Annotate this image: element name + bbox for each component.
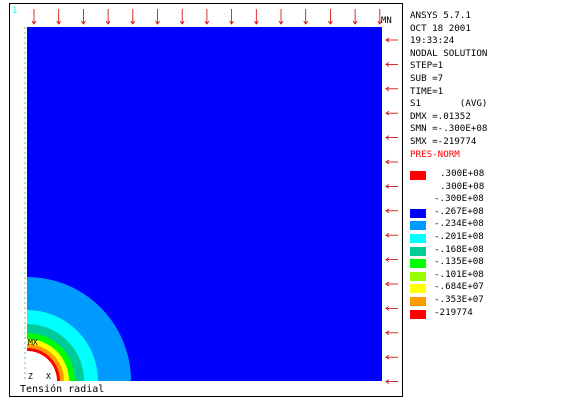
legend-swatch	[410, 284, 426, 294]
pressure-arrow-top	[105, 9, 111, 25]
info-time: 19:33:24	[410, 35, 455, 47]
pressure-arrow-top	[31, 9, 37, 25]
pressure-arrow-top	[328, 9, 333, 25]
legend-label: -.300E+08	[434, 193, 484, 205]
legend-swatch	[410, 297, 426, 306]
pressure-arrow-right	[385, 184, 398, 189]
legend-label: -.135E+08	[434, 256, 484, 268]
pressure-arrow-top	[278, 9, 284, 25]
pressure-arrow-right	[385, 208, 398, 214]
pressure-arrow-top	[303, 9, 309, 25]
legend-swatch	[410, 221, 426, 231]
info-result-item: S1 (AVG)	[410, 98, 488, 110]
info-time-value: TIME=1	[410, 85, 444, 97]
info-dmx: DMX =.01352	[410, 110, 471, 122]
min-marker-label: MN	[381, 16, 392, 26]
legend-pres-swatch	[410, 171, 426, 180]
axis-triad-y: Y	[28, 350, 33, 359]
legend-label: -.101E+08	[434, 268, 484, 280]
pressure-arrow-right	[385, 232, 398, 238]
legend-header-value: .300E+08	[440, 168, 485, 179]
legend-label: -.201E+08	[434, 231, 484, 242]
legend-header-value: .300E+08	[440, 180, 485, 192]
pressure-arrow-top	[130, 9, 136, 25]
pressure-arrow-top	[179, 9, 185, 25]
legend-swatch	[410, 271, 426, 281]
pressure-arrow-right	[385, 306, 398, 311]
pressure-arrow-top	[155, 9, 160, 25]
solution-info-panel: ANSYS 5.7.1 OCT 18 2001 19:33:24 NODAL S…	[410, 10, 566, 161]
legend-swatch	[410, 309, 426, 319]
pressure-arrow-right	[385, 62, 398, 67]
pressure-arrow-top	[253, 9, 259, 25]
contour-plot	[24, 9, 398, 384]
pressure-arrow-top	[204, 9, 210, 25]
pressure-arrow-right	[385, 135, 398, 140]
window-number: 1	[12, 6, 18, 16]
pressure-arrow-top	[352, 9, 358, 25]
pressure-arrow-right	[385, 354, 398, 360]
pressure-arrow-right	[385, 330, 398, 336]
legend-swatch	[410, 208, 426, 218]
legend-label: -.267E+08	[434, 205, 484, 217]
pressure-arrow-top	[229, 9, 234, 25]
legend-swatch	[410, 259, 426, 269]
legend-swatch	[410, 246, 426, 256]
max-marker-label: MX	[28, 338, 38, 347]
pressure-arrow-top	[56, 9, 62, 25]
axis-triad-z: Z	[28, 372, 33, 381]
pressure-arrow-right	[385, 159, 398, 165]
legend-label: -.234E+08	[434, 218, 484, 230]
pressure-arrow-right	[385, 110, 398, 116]
ansys-graphics-window: 1 MN MX Y Z X Tensión radial ANSYS 5.7.1…	[0, 0, 567, 410]
pressure-arrow-right	[385, 257, 398, 262]
legend-label: -.684E+07	[434, 281, 484, 293]
pressure-arrow-right	[385, 37, 398, 43]
legend-label: -.168E+08	[434, 243, 484, 255]
info-program-version: ANSYS 5.7.1	[410, 10, 471, 21]
pressure-arrow-top	[81, 9, 86, 25]
info-step: STEP=1	[410, 60, 444, 72]
plot-caption: Tensión radial	[20, 384, 105, 395]
legend-swatch	[410, 234, 426, 243]
legend-label: -219774	[434, 306, 473, 318]
info-substep: SUB =7	[410, 72, 444, 84]
info-date: OCT 18 2001	[410, 22, 471, 34]
info-pres-norm: PRES-NORM	[410, 148, 460, 160]
legend-label: -.353E+07	[434, 294, 484, 305]
pressure-arrow-right	[385, 379, 398, 384]
axis-triad-x: X	[46, 372, 51, 381]
info-smx: SMX =-219774	[410, 135, 477, 147]
info-smn: SMN =-.300E+08	[410, 123, 488, 135]
pressure-arrow-right	[385, 86, 398, 92]
pressure-arrow-right	[385, 281, 398, 287]
info-solution-type: NODAL SOLUTION	[410, 47, 488, 59]
